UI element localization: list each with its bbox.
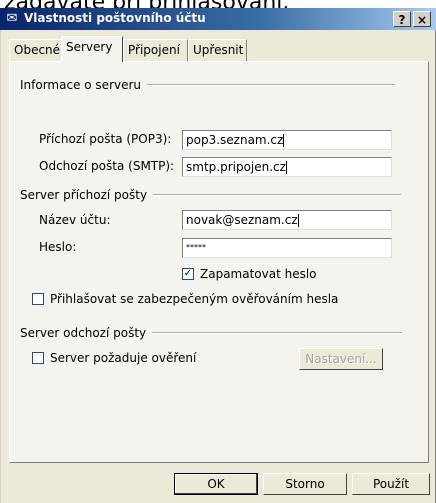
incoming-server-value: pop3.seznam.cz	[186, 133, 284, 147]
settings-button[interactable]: Nastavení...	[299, 348, 383, 370]
group-divider	[153, 194, 402, 196]
outgoing-server-label: Odchozí pošta (SMTP):	[39, 159, 175, 173]
password-input[interactable]: *****	[182, 238, 392, 258]
tab-servery[interactable]: Servery	[61, 36, 123, 62]
ok-button[interactable]: OK	[174, 473, 258, 495]
incoming-server-label: Příchozí pošta (POP3):	[39, 132, 172, 146]
remember-password-checkbox[interactable]: ✓	[182, 268, 194, 280]
window-title: Vlastnosti poštovního účtu	[24, 11, 206, 25]
close-button[interactable]: ×	[413, 11, 431, 27]
help-button[interactable]: ?	[393, 11, 411, 27]
password-label: Heslo:	[39, 240, 77, 254]
server-info-group-label: Informace o serveru	[20, 78, 142, 92]
server-requires-auth-checkbox[interactable]	[32, 352, 44, 364]
outgoing-server-input[interactable]: smtp.pripojen.cz	[182, 157, 392, 177]
dialog: Obecné Servery Připojení Upřesnit Inform…	[0, 30, 436, 503]
outgoing-server-group: Server odchozí pošty	[20, 326, 403, 340]
servers-panel: Informace o serveru Příchozí pošta (POP3…	[9, 61, 429, 463]
incoming-server-group-label: Server příchozí pošty	[20, 188, 148, 202]
incoming-server-group: Server příchozí pošty	[20, 188, 402, 202]
group-divider	[152, 332, 403, 334]
outgoing-server-value: smtp.pripojen.cz	[186, 160, 286, 174]
server-info-group: Informace o serveru	[20, 78, 396, 92]
password-value: *****	[186, 243, 206, 252]
text-caret	[283, 134, 285, 147]
incoming-server-input[interactable]: pop3.seznam.cz	[182, 130, 392, 150]
remember-password-label[interactable]: Zapamatovat heslo	[200, 267, 317, 281]
spa-label[interactable]: Přihlašovat se zabezpečeným ověřováním h…	[50, 292, 338, 306]
account-name-input[interactable]: novak@seznam.cz	[182, 210, 392, 230]
tab-pripojeni[interactable]: Připojení	[123, 39, 188, 61]
tab-upresnit[interactable]: Upřesnit	[188, 39, 247, 61]
account-name-label: Název účtu:	[39, 213, 111, 227]
group-divider	[147, 84, 396, 86]
spa-checkbox[interactable]	[32, 293, 44, 305]
server-requires-auth-label[interactable]: Server požaduje ověření	[50, 351, 196, 365]
tab-obecne[interactable]: Obecné	[9, 39, 62, 61]
mail-account-icon: ✉	[6, 11, 18, 26]
title-bar: ✉ Vlastnosti poštovního účtu ? ×	[0, 8, 436, 30]
text-caret	[285, 161, 287, 174]
account-name-value: novak@seznam.cz	[186, 213, 298, 227]
apply-button[interactable]: Použít	[352, 473, 430, 495]
outgoing-server-group-label: Server odchozí pošty	[20, 326, 147, 340]
text-caret	[297, 214, 299, 227]
cancel-button[interactable]: Storno	[263, 473, 347, 495]
